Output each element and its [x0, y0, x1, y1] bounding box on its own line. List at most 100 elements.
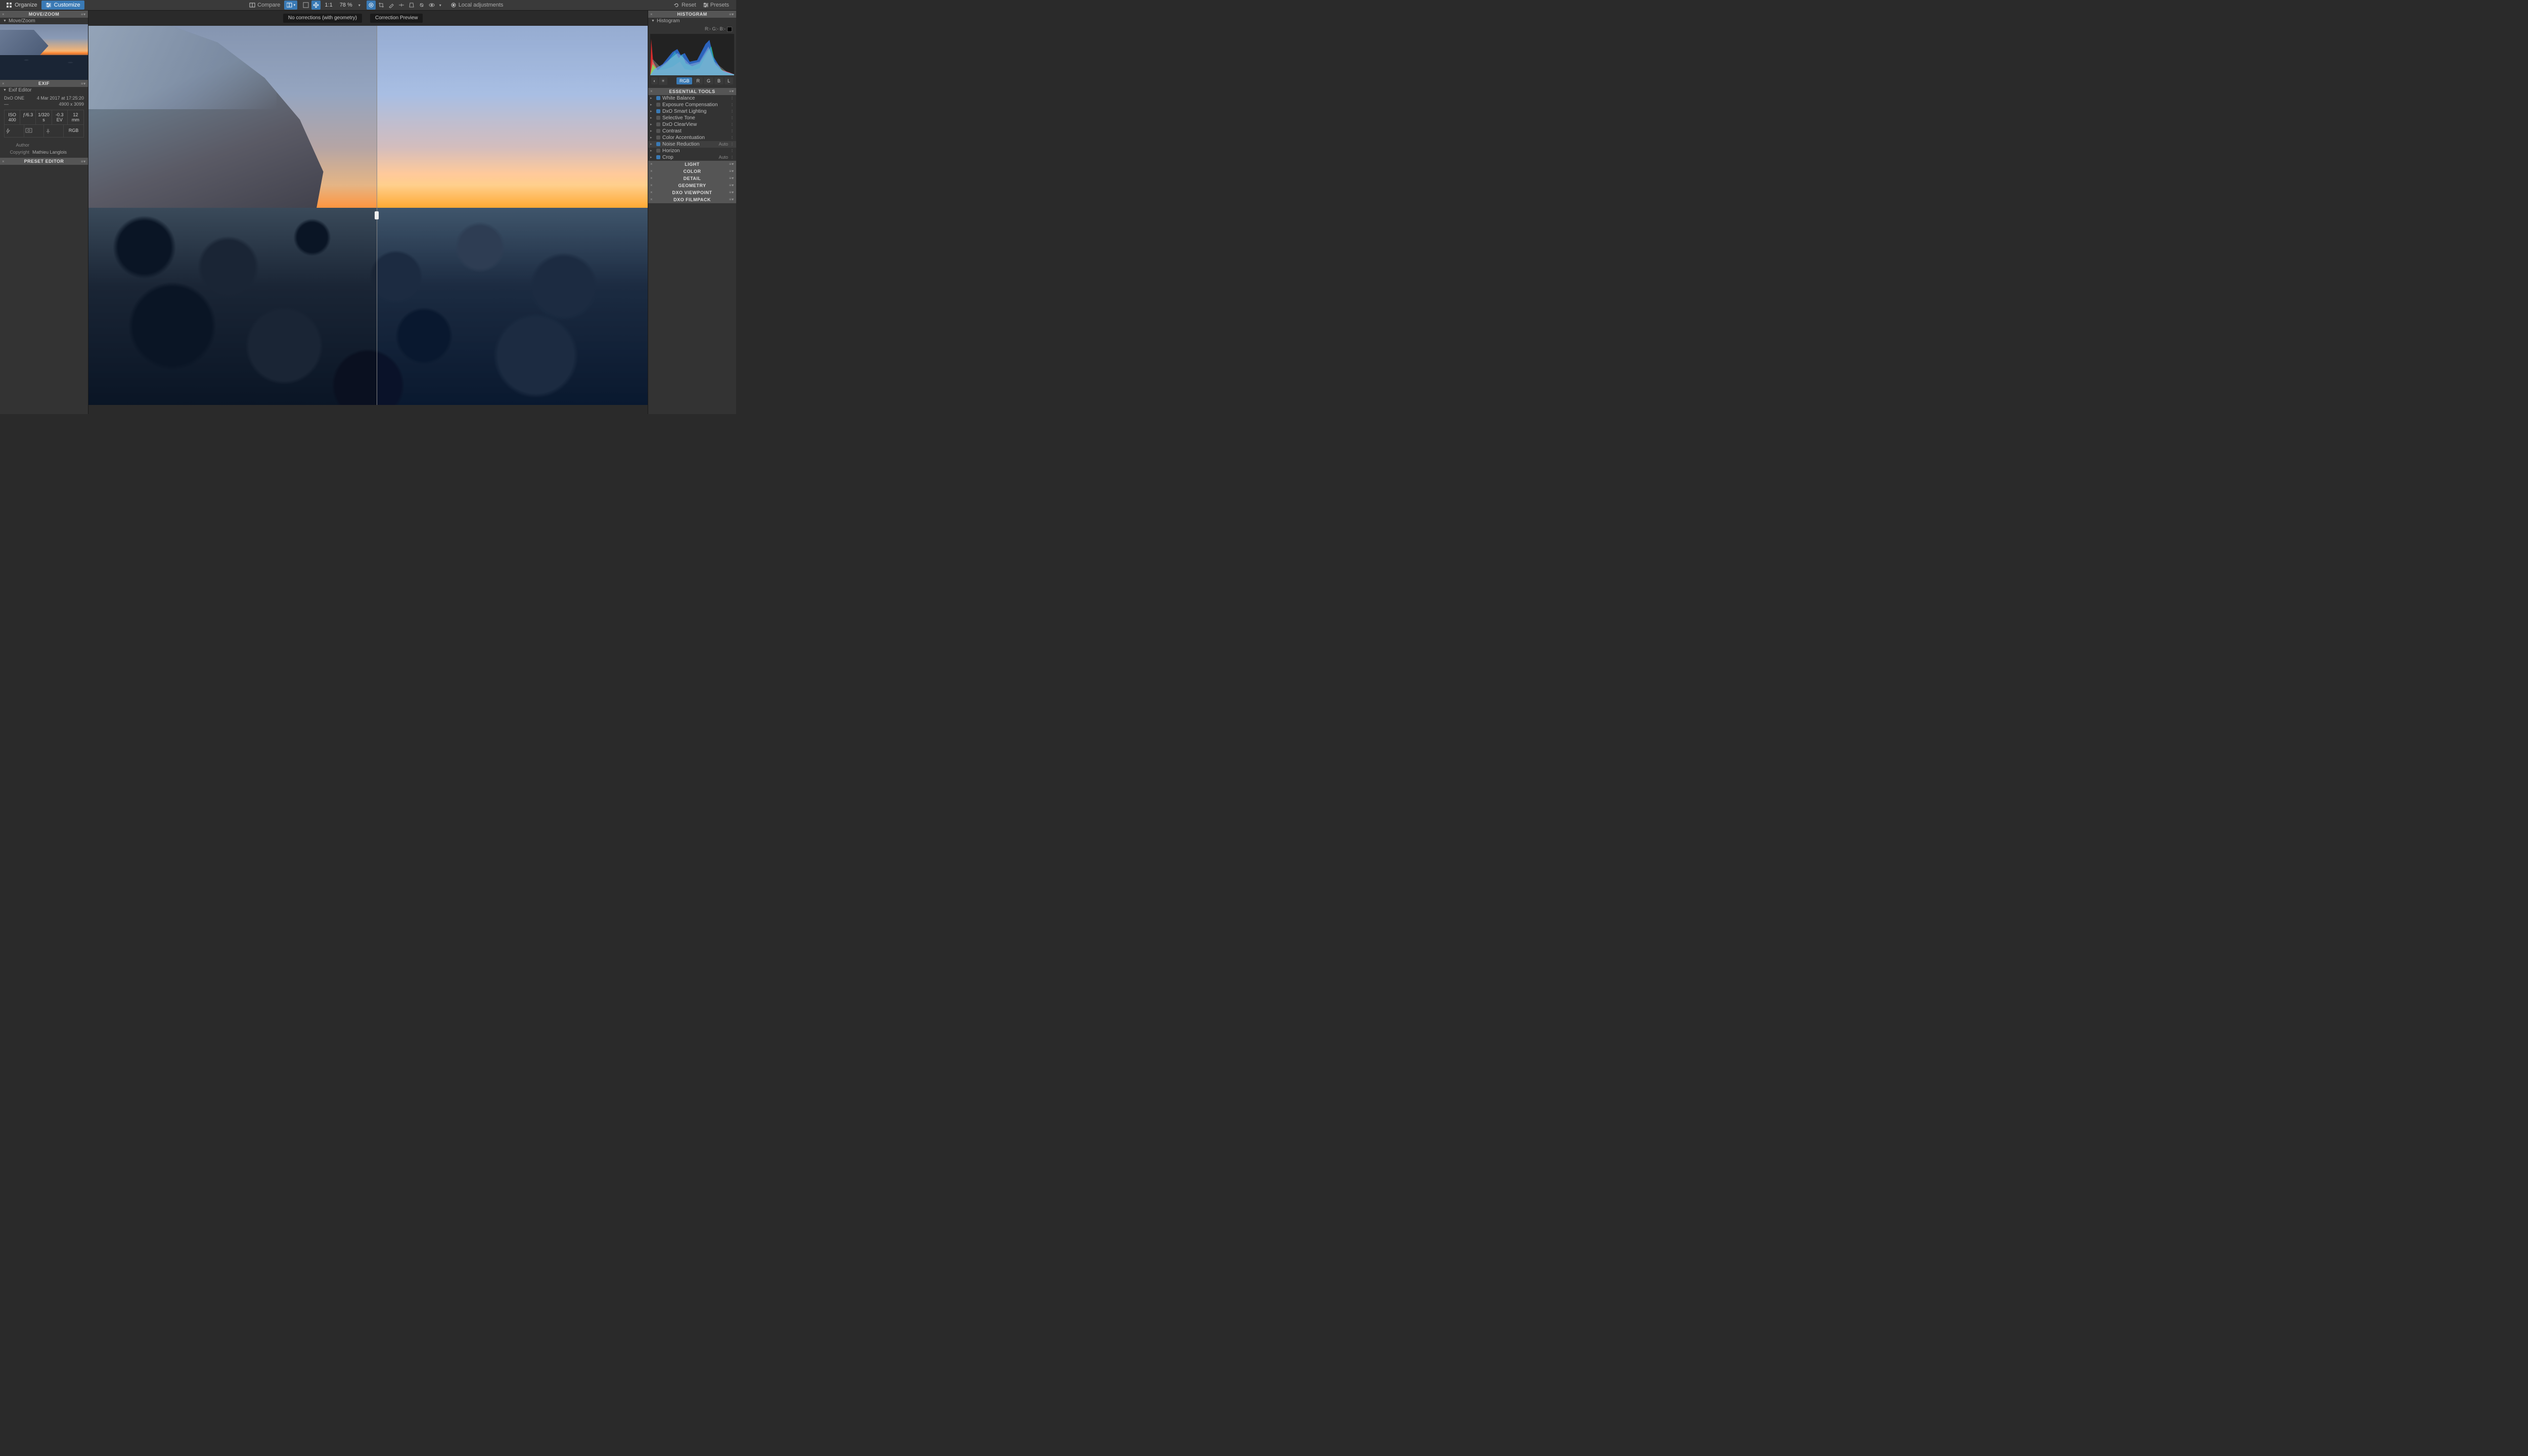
local-adjustments-button[interactable]: Local adjustments: [447, 1, 507, 10]
histogram-b-button[interactable]: B: [714, 77, 724, 84]
tool-menu-icon[interactable]: ⁞: [730, 116, 734, 120]
compare-button[interactable]: Compare: [246, 1, 283, 10]
panel-menu-icon[interactable]: ≡▾: [729, 89, 734, 94]
tool-more-dropdown[interactable]: ▾: [437, 1, 443, 10]
section-header-color[interactable]: ×COLOR≡▾: [648, 168, 736, 175]
tool-toggle[interactable]: [656, 96, 660, 100]
tool-toggle[interactable]: [656, 142, 660, 146]
close-icon[interactable]: ×: [650, 89, 655, 94]
tool-toggle[interactable]: [656, 129, 660, 133]
panel-menu-icon[interactable]: ≡▾: [729, 176, 734, 180]
histogram-r-button[interactable]: R: [693, 77, 703, 84]
zoom-1to1-button[interactable]: 1:1: [322, 2, 335, 8]
panel-menu-icon[interactable]: ≡▾: [729, 169, 734, 173]
fit-icon[interactable]: [301, 1, 310, 10]
section-header-dxo-filmpack[interactable]: ×DXO FILMPACK≡▾: [648, 196, 736, 203]
tool-wb-picker-icon[interactable]: [387, 1, 396, 10]
move-tool-icon[interactable]: [311, 1, 321, 10]
tool-menu-icon[interactable]: ⁞: [730, 142, 734, 147]
close-icon[interactable]: ×: [650, 183, 655, 188]
compare-mode-dropdown[interactable]: ▾: [284, 1, 297, 10]
tool-row-exposure-compensation[interactable]: ▸Exposure Compensation⁞: [648, 102, 736, 108]
triangle-right-icon: ▸: [650, 109, 654, 113]
tool-hand-icon[interactable]: [367, 1, 376, 10]
section-title: DETAIL: [655, 176, 729, 181]
tool-menu-icon[interactable]: ⁞: [730, 155, 734, 160]
tool-toggle[interactable]: [656, 116, 660, 120]
section-header-light[interactable]: ×LIGHT≡▾: [648, 161, 736, 168]
close-icon[interactable]: ×: [2, 12, 7, 17]
panel-menu-icon[interactable]: ≡▾: [729, 162, 734, 166]
reset-button[interactable]: Reset: [670, 1, 699, 10]
tool-row-contrast[interactable]: ▸Contrast⁞: [648, 128, 736, 134]
close-icon[interactable]: ×: [650, 162, 655, 166]
tool-horizon-icon[interactable]: [397, 1, 406, 10]
image-canvas[interactable]: [88, 26, 648, 405]
panel-menu-icon[interactable]: ≡▾: [81, 12, 86, 17]
panel-menu-icon[interactable]: ≡▾: [81, 81, 86, 86]
histogram-subheader[interactable]: ▼Histogram: [648, 18, 736, 24]
movezoom-subheader[interactable]: ▼Move/Zoom: [0, 18, 88, 24]
close-icon[interactable]: ×: [650, 12, 655, 17]
exif-wb-icon: [44, 125, 64, 137]
panel-menu-icon[interactable]: ≡▾: [81, 159, 86, 164]
tool-menu-icon[interactable]: ⁞: [730, 109, 734, 114]
tool-row-dxo-clearview[interactable]: ▸DxO ClearView⁞: [648, 121, 736, 128]
compare-slider-handle[interactable]: [375, 211, 379, 219]
panel-menu-icon[interactable]: ≡▾: [729, 12, 734, 17]
histogram-header[interactable]: × HISTOGRAM ≡▾: [648, 11, 736, 18]
tool-row-color-accentuation[interactable]: ▸Color Accentuation⁞: [648, 134, 736, 141]
tool-row-horizon[interactable]: ▸Horizon⁞: [648, 148, 736, 154]
tool-menu-icon[interactable]: ⁞: [730, 122, 734, 127]
local-adjustments-label: Local adjustments: [459, 2, 504, 8]
tool-row-selective-tone[interactable]: ▸Selective Tone⁞: [648, 115, 736, 121]
tool-menu-icon[interactable]: ⁞: [730, 96, 734, 101]
image-viewer[interactable]: No corrections (with geometry) Correctio…: [88, 11, 648, 414]
tool-menu-icon[interactable]: ⁞: [730, 103, 734, 107]
essential-tools-header[interactable]: × ESSENTIAL TOOLS ≡▾: [648, 88, 736, 95]
tool-row-dxo-smart-lighting[interactable]: ▸DxO Smart Lighting⁞: [648, 108, 736, 115]
tool-redeye-icon[interactable]: [427, 1, 436, 10]
tool-row-white-balance[interactable]: ▸White Balance⁞: [648, 95, 736, 102]
tool-toggle[interactable]: [656, 103, 660, 107]
close-icon[interactable]: ×: [650, 169, 655, 173]
close-icon[interactable]: ×: [650, 197, 655, 202]
tool-toggle[interactable]: [656, 109, 660, 113]
tool-toggle[interactable]: [656, 149, 660, 153]
tool-menu-icon[interactable]: ⁞: [730, 135, 734, 140]
tool-toggle[interactable]: [656, 155, 660, 159]
tool-toggle[interactable]: [656, 135, 660, 140]
tool-menu-icon[interactable]: ⁞: [730, 149, 734, 153]
close-icon[interactable]: ×: [650, 190, 655, 195]
close-icon[interactable]: ×: [650, 176, 655, 180]
tool-perspective-icon[interactable]: [407, 1, 416, 10]
section-header-detail[interactable]: ×DETAIL≡▾: [648, 175, 736, 182]
exif-subheader[interactable]: ▼Exif Editor: [0, 87, 88, 94]
tool-repair-icon[interactable]: [417, 1, 426, 10]
histogram-rgb-button[interactable]: RGB: [676, 77, 693, 84]
histogram-l-button[interactable]: L: [725, 77, 733, 84]
tool-row-crop[interactable]: ▸CropAuto⁞: [648, 154, 736, 161]
section-header-geometry[interactable]: ×GEOMETRY≡▾: [648, 182, 736, 189]
tool-crop-icon[interactable]: [377, 1, 386, 10]
exif-header[interactable]: × EXIF ≡▾: [0, 80, 88, 87]
histogram-g-button[interactable]: G: [704, 77, 713, 84]
highlight-clip-icon[interactable]: ☀: [659, 77, 667, 85]
panel-menu-icon[interactable]: ≡▾: [729, 190, 734, 195]
presets-button[interactable]: Presets: [700, 1, 732, 10]
zoom-dropdown-icon[interactable]: ▾: [356, 1, 363, 10]
organize-button[interactable]: Organize: [2, 1, 41, 10]
panel-menu-icon[interactable]: ≡▾: [729, 183, 734, 188]
close-icon[interactable]: ×: [2, 81, 7, 86]
tool-toggle[interactable]: [656, 122, 660, 126]
close-icon[interactable]: ×: [2, 159, 7, 164]
preset-editor-header[interactable]: × PRESET EDITOR ≡▾: [0, 158, 88, 165]
tool-menu-icon[interactable]: ⁞: [730, 129, 734, 133]
tool-row-noise-reduction[interactable]: ▸Noise ReductionAuto⁞: [648, 141, 736, 148]
movezoom-header[interactable]: × MOVE/ZOOM ≡▾: [0, 11, 88, 18]
navigator-thumbnail[interactable]: [0, 24, 88, 80]
shadow-clip-icon[interactable]: ◐: [651, 77, 658, 84]
section-header-dxo-viewpoint[interactable]: ×DXO VIEWPOINT≡▾: [648, 189, 736, 196]
panel-menu-icon[interactable]: ≡▾: [729, 197, 734, 202]
customize-button[interactable]: Customize: [41, 1, 84, 10]
